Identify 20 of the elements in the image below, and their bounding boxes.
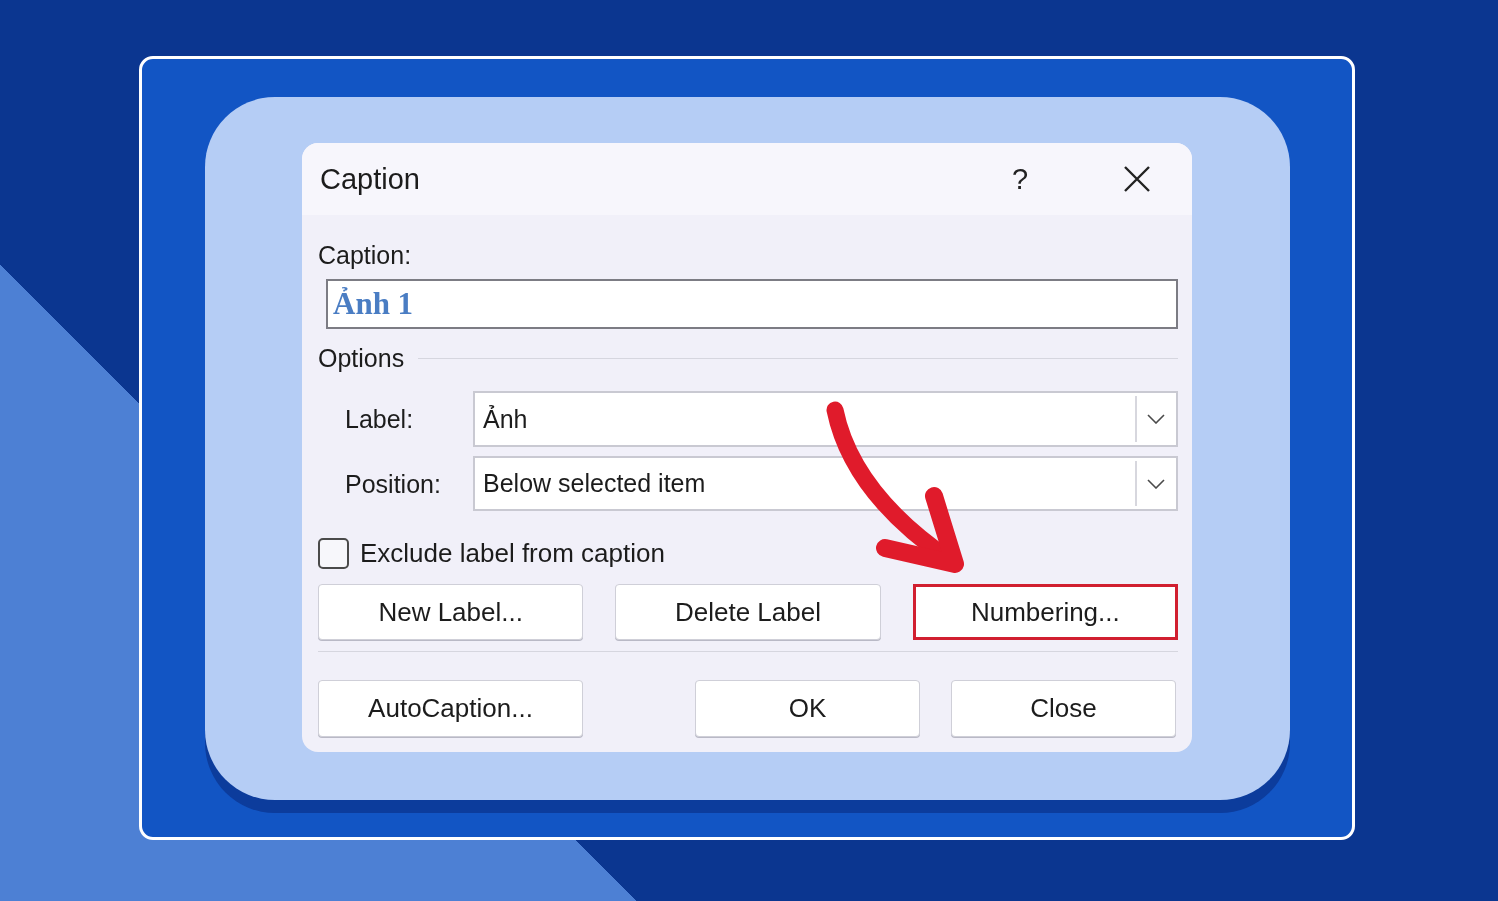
chevron-down-icon xyxy=(1147,414,1165,424)
dropdown-field[interactable]: Below selected item xyxy=(473,456,1178,511)
dropdown-field[interactable]: Ảnh xyxy=(473,391,1178,447)
chevron-down-icon xyxy=(1147,478,1165,489)
help-button[interactable]: ? xyxy=(1000,157,1040,201)
group-title: Options xyxy=(318,343,405,373)
field-label: Label: xyxy=(345,405,414,433)
dialog-button[interactable]: Delete Label xyxy=(615,584,881,640)
dialog-button[interactable]: New Label... xyxy=(318,584,584,640)
checkbox[interactable] xyxy=(318,537,349,569)
dialog-button[interactable]: Close xyxy=(951,680,1176,737)
field-label: Position: xyxy=(345,469,441,498)
field-label: Caption: xyxy=(318,240,412,270)
dialog-button[interactable]: AutoCaption... xyxy=(318,680,583,737)
dialog-button[interactable]: OK xyxy=(695,680,920,737)
caption-input[interactable]: Ảnh 1 xyxy=(326,279,1178,329)
window-title: Caption xyxy=(320,162,420,197)
close-icon xyxy=(1124,166,1150,192)
checkbox-label: Exclude label from caption xyxy=(360,538,665,568)
dialog-button[interactable]: Numbering... xyxy=(912,584,1178,640)
